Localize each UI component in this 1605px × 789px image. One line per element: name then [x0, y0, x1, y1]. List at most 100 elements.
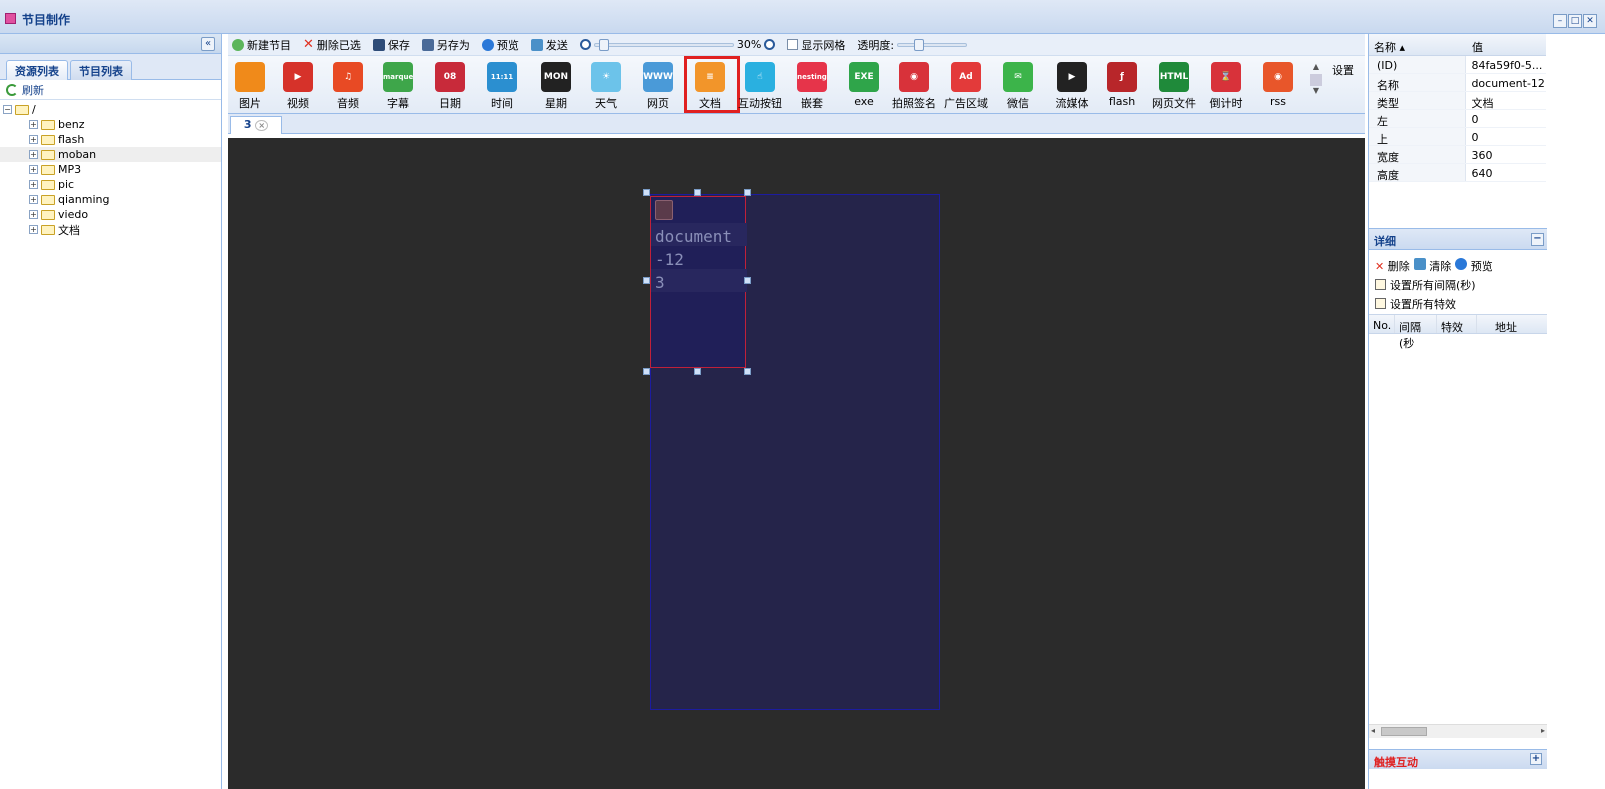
tree-root[interactable]: − /	[0, 102, 221, 117]
preview-button[interactable]: 预览	[481, 37, 519, 53]
tree-folder[interactable]: + pic	[0, 177, 221, 192]
tab-program-list[interactable]: 节目列表	[70, 60, 132, 80]
property-row[interactable]: 类型 文档	[1369, 92, 1546, 110]
design-canvas[interactable]: document -12 3	[228, 138, 1365, 789]
collapse-toggle-icon[interactable]: −	[3, 105, 12, 114]
tab-resource-list[interactable]: 资源列表	[6, 60, 68, 80]
maximize-button[interactable]: □	[1568, 14, 1582, 28]
property-value[interactable]: 0	[1466, 128, 1546, 145]
delete-selected-button[interactable]: ✕ 删除已选	[303, 37, 361, 53]
show-grid-checkbox[interactable]	[787, 39, 799, 50]
expand-toggle-icon[interactable]: +	[29, 165, 38, 174]
settings-button[interactable]: 设置	[1332, 62, 1354, 78]
minimize-button[interactable]: –	[1553, 14, 1567, 28]
property-value[interactable]: 640	[1466, 164, 1546, 181]
zoom-in-icon[interactable]	[764, 39, 776, 50]
detail-clear-button[interactable]: 清除	[1413, 257, 1451, 274]
touch-interaction-header[interactable]: 触摸互动 +	[1369, 749, 1547, 769]
tree-folder[interactable]: + flash	[0, 132, 221, 147]
widget-time[interactable]: 11:11 时间	[480, 62, 524, 111]
tree-folder[interactable]: + qianming	[0, 192, 221, 207]
widget-flash[interactable]: ƒ flash	[1100, 62, 1144, 108]
expand-toggle-icon[interactable]: +	[29, 120, 38, 129]
widget-interactive-button[interactable]: ☝ 互动按钮	[738, 62, 782, 111]
close-tab-icon[interactable]: ×	[255, 120, 269, 131]
tree-folder[interactable]: + MP3	[0, 162, 221, 177]
expand-toggle-icon[interactable]: +	[29, 195, 38, 204]
set-effect-button[interactable]: 设置所有特效	[1375, 294, 1493, 313]
resize-handle[interactable]	[643, 189, 650, 196]
palette-scroll[interactable]: ▲ ▼	[1310, 62, 1322, 98]
resize-handle[interactable]	[744, 277, 751, 284]
widget-video[interactable]: ▶ 视频	[276, 62, 320, 111]
new-program-button[interactable]: 新建节目	[232, 37, 291, 53]
expand-toggle-icon[interactable]: +	[29, 135, 38, 144]
set-interval-button[interactable]: 设置所有间隔(秒)	[1375, 275, 1493, 294]
expand-toggle-icon[interactable]: +	[29, 225, 38, 234]
document-element[interactable]: document -12 3	[650, 196, 747, 368]
expand-toggle-icon[interactable]: +	[29, 210, 38, 219]
column-interval[interactable]: 间隔(秒	[1395, 315, 1437, 350]
widget-wechat[interactable]: ✉ 微信	[996, 62, 1040, 111]
zoom-slider[interactable]	[593, 38, 734, 51]
horizontal-scrollbar[interactable]: ◂ ▸	[1369, 724, 1547, 738]
column-address[interactable]: 地址	[1477, 315, 1547, 334]
detail-delete-button[interactable]: ✕ 删除	[1375, 258, 1410, 274]
property-row[interactable]: (ID) 84fa59f0-5...	[1369, 56, 1546, 74]
widget-nesting[interactable]: nesting 嵌套	[790, 62, 834, 111]
scroll-thumb[interactable]	[1310, 74, 1322, 86]
opacity-slider[interactable]	[897, 38, 968, 51]
widget-document[interactable]: ≡ 文档	[688, 62, 732, 111]
resize-handle[interactable]	[744, 189, 751, 196]
expand-touch-button[interactable]: +	[1530, 753, 1542, 765]
tab-page-3[interactable]: 3 ×	[230, 116, 282, 134]
property-value[interactable]: 文档	[1466, 92, 1546, 109]
save-as-button[interactable]: 另存为	[421, 37, 470, 53]
widget-countdown[interactable]: ⌛ 倒计时	[1204, 62, 1248, 111]
zoom-out-icon[interactable]	[579, 39, 591, 50]
property-row[interactable]: 宽度 360	[1369, 146, 1546, 164]
widget-webpage[interactable]: WWW 网页	[636, 62, 680, 111]
column-effect[interactable]: 特效	[1437, 315, 1477, 334]
tree-folder[interactable]: + benz	[0, 117, 221, 132]
scroll-down-icon[interactable]: ▼	[1310, 86, 1322, 98]
collapse-panel-button[interactable]: «	[201, 37, 215, 51]
scroll-up-icon[interactable]: ▲	[1310, 62, 1322, 74]
tree-folder[interactable]: + moban	[0, 147, 221, 162]
expand-toggle-icon[interactable]: +	[29, 150, 38, 159]
property-value[interactable]: document-12	[1466, 74, 1546, 91]
expand-toggle-icon[interactable]: +	[29, 180, 38, 189]
property-row[interactable]: 高度 640	[1369, 164, 1546, 182]
widget-rss[interactable]: ◉ rss	[1256, 62, 1300, 108]
resize-handle[interactable]	[694, 368, 701, 375]
property-value[interactable]: 84fa59f0-5...	[1466, 56, 1546, 73]
widget-exe[interactable]: EXE exe	[842, 62, 886, 108]
scroll-right-icon[interactable]: ▸	[1541, 726, 1545, 735]
widget-weather[interactable]: ☀ 天气	[584, 62, 628, 111]
show-grid-toggle[interactable]: 显示网格	[787, 37, 845, 53]
property-row[interactable]: 左0	[1369, 110, 1546, 128]
tree-folder[interactable]: + 文档	[0, 222, 221, 237]
resize-handle[interactable]	[694, 189, 701, 196]
property-row[interactable]: 上0	[1369, 128, 1546, 146]
opacity-slider-thumb[interactable]	[914, 38, 925, 51]
name-column-header[interactable]: 名称 ▴	[1369, 34, 1467, 55]
widget-date[interactable]: 08 日期	[428, 62, 472, 111]
resize-handle[interactable]	[744, 368, 751, 375]
value-column-header[interactable]: 值	[1467, 34, 1483, 55]
widget-picture[interactable]: 图片	[228, 62, 272, 111]
resize-handle[interactable]	[643, 368, 650, 375]
widget-marquee[interactable]: marquee 字幕	[376, 62, 420, 111]
widget-html-file[interactable]: HTML 网页文件	[1152, 62, 1196, 111]
widget-ad-area[interactable]: Ad 广告区域	[944, 62, 988, 111]
property-value[interactable]: 360	[1466, 146, 1546, 163]
property-row[interactable]: 名称 document-12	[1369, 74, 1546, 92]
column-no[interactable]: No.	[1369, 315, 1395, 333]
scroll-left-icon[interactable]: ◂	[1371, 726, 1375, 735]
scrollbar-thumb[interactable]	[1381, 727, 1427, 736]
send-button[interactable]: 发送	[530, 37, 568, 53]
tree-folder[interactable]: + viedo	[0, 207, 221, 222]
save-button[interactable]: 保存	[372, 37, 410, 53]
property-value[interactable]: 0	[1466, 110, 1546, 127]
collapse-detail-button[interactable]: −	[1531, 233, 1544, 246]
